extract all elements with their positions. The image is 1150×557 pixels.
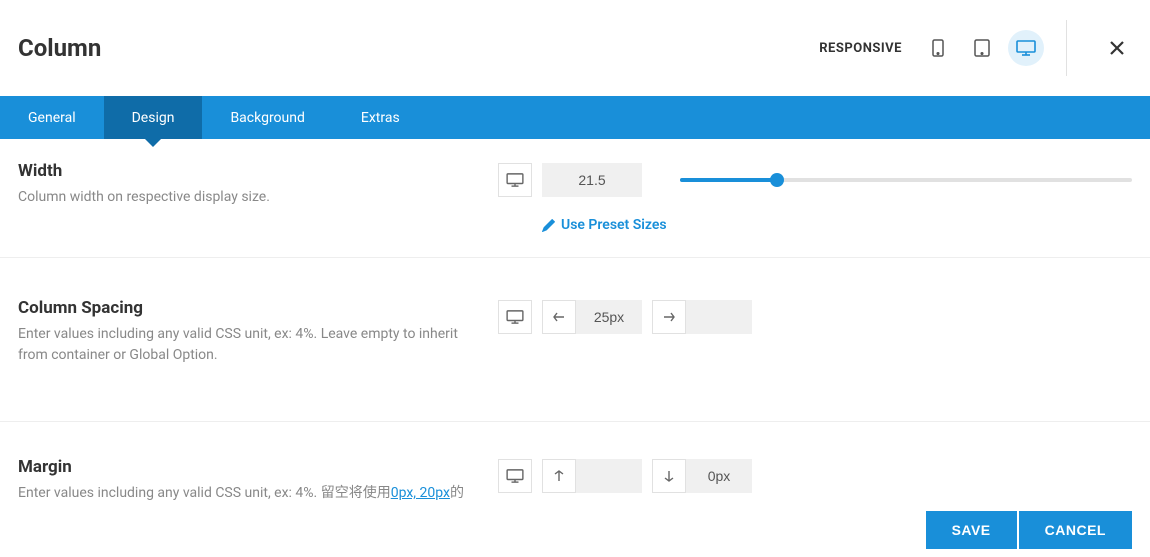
header: Column RESPONSIVE xyxy=(0,0,1150,96)
spacing-left-group xyxy=(542,300,642,334)
tablet-icon[interactable] xyxy=(964,30,1000,66)
width-input[interactable] xyxy=(542,163,642,197)
content-scroll[interactable]: Width Column width on respective display… xyxy=(0,139,1150,521)
spacing-label: Column Spacing xyxy=(18,298,468,318)
separator xyxy=(1066,20,1067,76)
save-button[interactable]: SAVE xyxy=(926,511,1017,549)
margin-device-toggle[interactable] xyxy=(498,459,532,493)
close-icon[interactable] xyxy=(1109,40,1125,56)
margin-default-link[interactable]: 0px, 20px xyxy=(391,485,450,501)
tab-general[interactable]: General xyxy=(0,96,104,139)
spacing-desc: Enter values including any valid CSS uni… xyxy=(18,324,468,366)
mobile-icon[interactable] xyxy=(920,30,956,66)
margin-top-group xyxy=(542,459,642,493)
tab-design[interactable]: Design xyxy=(104,96,203,139)
header-right: RESPONSIVE xyxy=(819,20,1125,76)
arrow-down-icon[interactable] xyxy=(652,459,686,493)
preset-sizes-label: Use Preset Sizes xyxy=(561,217,667,233)
tabs: General Design Background Extras xyxy=(0,96,1150,139)
tab-background[interactable]: Background xyxy=(202,96,332,139)
width-desc: Column width on respective display size. xyxy=(18,187,468,208)
margin-top-input[interactable] xyxy=(576,459,642,493)
spacing-left-input[interactable] xyxy=(576,300,642,334)
margin-bottom-group xyxy=(652,459,752,493)
row-width: Width Column width on respective display… xyxy=(0,139,1150,258)
spacing-device-toggle[interactable] xyxy=(498,300,532,334)
spacing-right-input[interactable] xyxy=(686,300,752,334)
footer: SAVE CANCEL xyxy=(0,502,1150,557)
width-device-toggle[interactable] xyxy=(498,163,532,197)
margin-bottom-input[interactable] xyxy=(686,459,752,493)
page-title: Column xyxy=(18,34,101,62)
spacing-right-group xyxy=(652,300,752,334)
row-spacing: Column Spacing Enter values including an… xyxy=(0,258,1150,422)
cancel-button[interactable]: CANCEL xyxy=(1019,511,1132,549)
slider-track xyxy=(680,178,777,182)
device-icons xyxy=(920,30,1044,66)
slider-handle[interactable] xyxy=(770,173,784,187)
margin-label: Margin xyxy=(18,457,468,477)
responsive-label: RESPONSIVE xyxy=(819,41,902,56)
preset-sizes-link[interactable]: Use Preset Sizes xyxy=(542,217,1132,233)
arrow-right-icon[interactable] xyxy=(652,300,686,334)
arrow-up-icon[interactable] xyxy=(542,459,576,493)
width-slider[interactable] xyxy=(680,178,1132,182)
arrow-left-icon[interactable] xyxy=(542,300,576,334)
width-label: Width xyxy=(18,161,468,181)
desktop-icon[interactable] xyxy=(1008,30,1044,66)
tab-extras[interactable]: Extras xyxy=(333,96,428,139)
